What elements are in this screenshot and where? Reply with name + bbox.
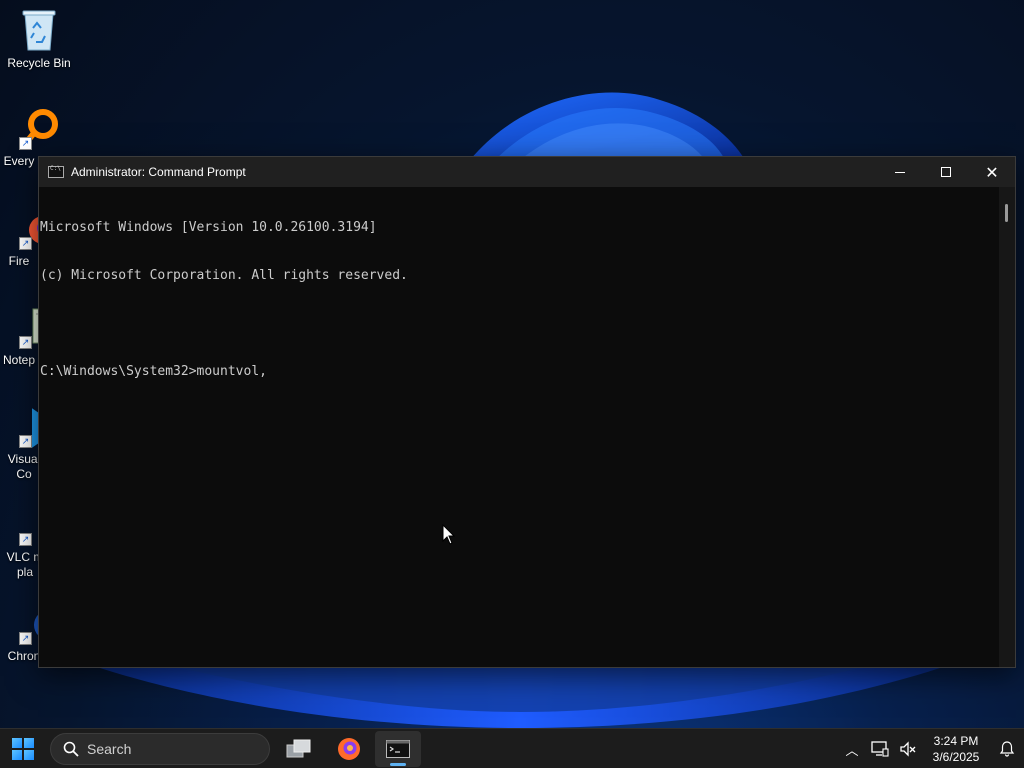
console-line: Microsoft Windows [Version 10.0.26100.31… [40, 220, 377, 235]
windows-logo-icon [12, 738, 34, 760]
notifications-button[interactable] [990, 729, 1024, 768]
speaker-muted-icon [900, 741, 916, 757]
clock-time: 3:24 PM [933, 734, 979, 748]
network-icon [871, 741, 889, 757]
show-hidden-icons-button[interactable]: ︿ [838, 729, 866, 768]
volume-button[interactable] [894, 729, 922, 768]
console-output[interactable]: Microsoft Windows [Version 10.0.26100.31… [39, 187, 1001, 667]
search-icon [63, 741, 79, 757]
console-prompt-line[interactable]: C:\Windows\System32>mountvol, [40, 364, 1001, 380]
firefox-icon [338, 738, 360, 760]
taskbar-command-prompt-button[interactable] [375, 731, 421, 767]
task-view-icon [286, 739, 311, 758]
close-icon: ✕ [985, 162, 999, 182]
taskbar-search-box[interactable]: Search [50, 733, 270, 765]
command-prompt-window[interactable]: Administrator: Command Prompt ✕ Microsof… [38, 156, 1016, 668]
system-tray: ︿ 3:24 PM 3/6/2025 [838, 729, 1024, 768]
maximize-icon [941, 167, 951, 177]
command-prompt-icon [386, 740, 410, 758]
bell-icon [999, 741, 1015, 757]
shortcut-arrow-icon: ↗ [19, 533, 32, 546]
mouse-pointer-icon [442, 523, 456, 551]
minimize-icon [895, 171, 905, 173]
maximize-button[interactable] [923, 157, 969, 187]
window-titlebar[interactable]: Administrator: Command Prompt ✕ [39, 157, 1015, 187]
shortcut-arrow-icon: ↗ [19, 632, 32, 645]
shortcut-arrow-icon: ↗ [19, 336, 32, 349]
taskbar-task-view-button[interactable] [276, 731, 322, 767]
console-line: (c) Microsoft Corporation. All rights re… [40, 268, 408, 283]
close-button[interactable]: ✕ [969, 157, 1015, 187]
desktop-icon-label: Recycle Bin [7, 56, 71, 70]
command-prompt-icon [48, 165, 64, 178]
everything-search-icon: ↗ [19, 106, 59, 150]
shortcut-arrow-icon: ↗ [19, 137, 32, 150]
taskbar-clock[interactable]: 3:24 PM 3/6/2025 [926, 733, 986, 765]
window-title: Administrator: Command Prompt [71, 165, 246, 179]
vertical-scrollbar[interactable] [999, 187, 1015, 667]
recycle-bin-icon [19, 8, 59, 52]
clock-date: 3/6/2025 [932, 750, 980, 764]
scrollbar-thumb[interactable] [1005, 204, 1008, 222]
chevron-up-icon: ︿ [845, 742, 859, 758]
taskbar-firefox-button[interactable] [326, 731, 372, 767]
start-button[interactable] [6, 733, 40, 765]
shortcut-arrow-icon: ↗ [19, 237, 32, 250]
shortcut-arrow-icon: ↗ [19, 435, 32, 448]
taskbar: Search ︿ 3:24 PM 3/6/2025 [0, 728, 1024, 768]
desktop-icon-recycle-bin[interactable]: Recycle Bin [2, 8, 76, 71]
search-placeholder: Search [87, 741, 132, 757]
window-controls: ✕ [877, 157, 1015, 187]
active-app-indicator [390, 763, 406, 766]
minimize-button[interactable] [877, 157, 923, 187]
network-button[interactable] [866, 729, 894, 768]
